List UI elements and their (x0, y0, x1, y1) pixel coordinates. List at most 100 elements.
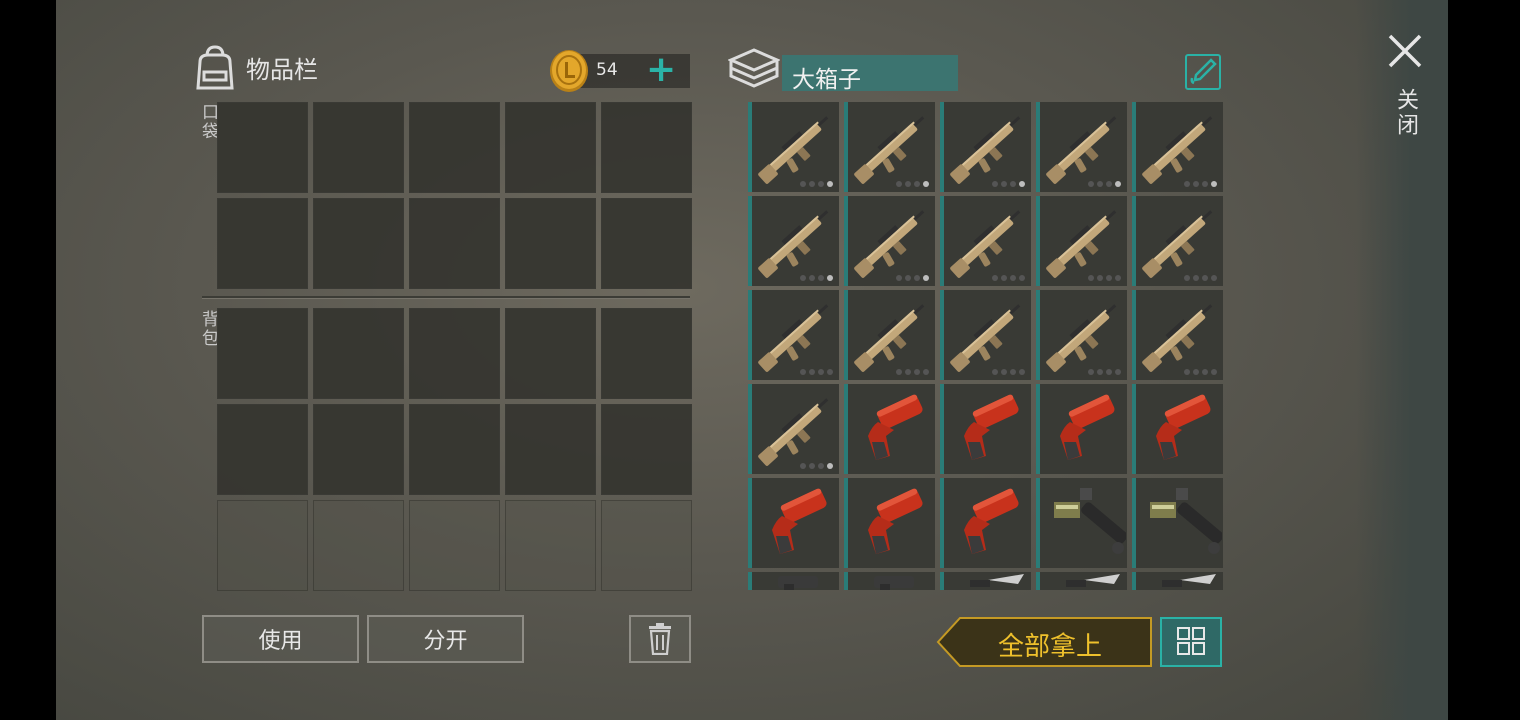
take-all-button[interactable]: 全部拿上 (936, 617, 1152, 667)
box-item-knife[interactable] (1036, 572, 1127, 590)
durability-dots (1088, 181, 1121, 187)
durability-dot (1106, 275, 1112, 281)
box-item-rifle[interactable] (748, 290, 839, 380)
durability-dot (992, 369, 998, 375)
close-label: 关闭 (1393, 88, 1418, 138)
edit-box-button[interactable] (1185, 54, 1221, 90)
backpack-slot[interactable] (601, 308, 692, 399)
backpack-slot[interactable] (505, 404, 596, 495)
durability-dot (1211, 181, 1217, 187)
box-item-rifle[interactable] (844, 196, 935, 286)
durability-dots (800, 181, 833, 187)
box-item-rifle[interactable] (940, 196, 1031, 286)
split-button[interactable]: 分开 (367, 615, 524, 663)
box-item-pistol[interactable] (748, 572, 839, 590)
box-item-flare-gun[interactable] (1132, 384, 1223, 474)
durability-dot (914, 275, 920, 281)
durability-dot (800, 463, 806, 469)
box-item-launcher[interactable] (1132, 478, 1223, 568)
durability-dots (896, 369, 929, 375)
box-item-rifle[interactable] (844, 102, 935, 192)
rifle-icon (1142, 116, 1213, 184)
pocket-slot[interactable] (601, 102, 692, 193)
box-item-knife[interactable] (1132, 572, 1223, 590)
close-icon[interactable] (1386, 32, 1424, 70)
box-item-flare-gun[interactable] (844, 384, 935, 474)
box-item-rifle[interactable] (1132, 196, 1223, 286)
backpack-slot[interactable] (409, 308, 500, 399)
knife-icon (1066, 574, 1120, 587)
backpack-slot[interactable] (505, 308, 596, 399)
durability-dot (1097, 181, 1103, 187)
rifle-icon (758, 210, 829, 278)
box-item-rifle[interactable] (940, 102, 1031, 192)
backpack-slot[interactable] (409, 404, 500, 495)
durability-dot (1097, 275, 1103, 281)
durability-dot (1193, 181, 1199, 187)
box-item-rifle[interactable] (940, 290, 1031, 380)
backpack-slot[interactable] (313, 404, 404, 495)
box-item-flare-gun[interactable] (940, 478, 1031, 568)
box-item-flare-gun[interactable] (844, 478, 935, 568)
durability-dot (1019, 369, 1025, 375)
pocket-slot[interactable] (409, 198, 500, 289)
durability-dots (992, 275, 1025, 281)
durability-dot (809, 275, 815, 281)
rifle-icon (950, 210, 1021, 278)
pocket-slot[interactable] (217, 102, 308, 193)
durability-dot (1010, 369, 1016, 375)
durability-dot (992, 275, 998, 281)
box-item-rifle[interactable] (1132, 290, 1223, 380)
backpack-slot[interactable] (601, 404, 692, 495)
box-item-rifle[interactable] (844, 290, 935, 380)
pocket-slot[interactable] (505, 102, 596, 193)
pocket-slot[interactable] (313, 198, 404, 289)
use-button[interactable]: 使用 (202, 615, 359, 663)
add-coins-button[interactable]: + (646, 50, 676, 90)
backpack-slot[interactable] (313, 308, 404, 399)
backpack-icon (196, 45, 234, 90)
durability-dots (992, 369, 1025, 375)
knife-icon (970, 574, 1024, 587)
durability-dots (1088, 369, 1121, 375)
flare-gun-icon (1156, 394, 1211, 460)
durability-dot (1088, 181, 1094, 187)
durability-dots (896, 181, 929, 187)
flare-gun-icon (868, 394, 923, 460)
box-item-flare-gun[interactable] (1036, 384, 1127, 474)
box-item-pistol[interactable] (844, 572, 935, 590)
backpack-slot[interactable] (217, 308, 308, 399)
rifle-icon (758, 304, 829, 372)
box-item-flare-gun[interactable] (748, 478, 839, 568)
durability-dot (1202, 275, 1208, 281)
coin-counter: 54 + (548, 50, 692, 92)
flare-gun-icon (868, 488, 923, 554)
box-item-rifle[interactable] (1036, 102, 1127, 192)
box-item-rifle[interactable] (748, 102, 839, 192)
box-item-flare-gun[interactable] (940, 384, 1031, 474)
trash-button[interactable] (629, 615, 691, 663)
box-item-knife[interactable] (940, 572, 1031, 590)
box-item-rifle[interactable] (1132, 102, 1223, 192)
durability-dot (1019, 181, 1025, 187)
box-name: 大箱子 (792, 67, 861, 93)
grid-layout-button[interactable] (1160, 617, 1222, 667)
inventory-header: 物品栏 (194, 44, 318, 90)
box-item-rifle[interactable] (748, 384, 839, 474)
durability-dot (818, 369, 824, 375)
pocket-slot[interactable] (313, 102, 404, 193)
rifle-icon (1142, 304, 1213, 372)
pocket-slot[interactable] (217, 198, 308, 289)
box-item-rifle[interactable] (1036, 290, 1127, 380)
pocket-slot[interactable] (409, 102, 500, 193)
pocket-slot[interactable] (505, 198, 596, 289)
box-item-rifle[interactable] (1036, 196, 1127, 286)
durability-dot (1010, 275, 1016, 281)
box-item-launcher[interactable] (1036, 478, 1127, 568)
pocket-slot[interactable] (601, 198, 692, 289)
launcher-icon (1150, 488, 1222, 554)
durability-dot (896, 181, 902, 187)
backpack-slot[interactable] (217, 404, 308, 495)
box-item-rifle[interactable] (748, 196, 839, 286)
box-item-list[interactable] (748, 102, 1224, 590)
